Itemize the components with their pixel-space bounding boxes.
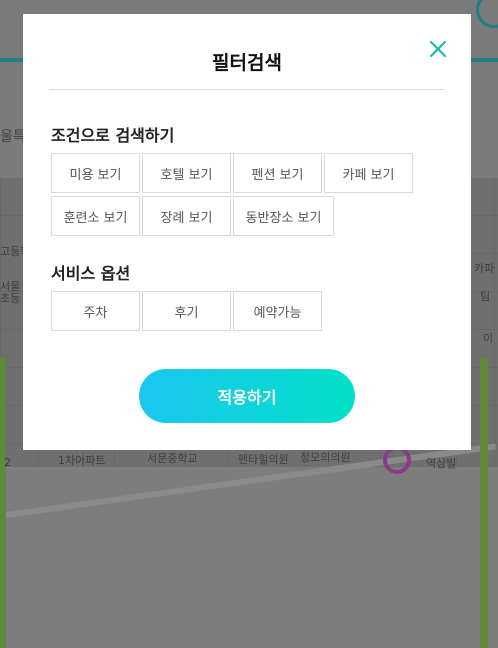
condition-row-2: 훈련소 보기 장례 보기 동반장소 보기 xyxy=(51,196,336,236)
modal-title: 필터검색 xyxy=(212,52,282,74)
close-icon xyxy=(429,40,447,58)
map-label: 펜타힐의원 xyxy=(238,453,289,466)
map-label: 역삼빌 xyxy=(426,457,457,470)
filter-chip-cafe[interactable]: 카페 보기 xyxy=(324,153,413,193)
title-divider xyxy=(49,89,445,90)
map-label: 1차아파트 xyxy=(58,454,106,467)
map-label: 카파 xyxy=(474,262,495,275)
filter-modal: 필터검색 조건으로 검색하기 미용 보기 호텔 보기 펜션 보기 카페 보기 훈… xyxy=(23,14,471,450)
condition-row-1: 미용 보기 호텔 보기 펜션 보기 카페 보기 xyxy=(51,153,415,193)
map-label: 이 xyxy=(483,332,494,345)
option-chip-reservation[interactable]: 예약가능 xyxy=(233,291,322,331)
page-heading: 울특 xyxy=(0,129,26,145)
condition-section-title: 조건으로 검색하기 xyxy=(51,126,175,145)
filter-chip-companion-place[interactable]: 동반장소 보기 xyxy=(233,196,334,236)
option-chip-review[interactable]: 후기 xyxy=(142,291,231,331)
filter-chip-training[interactable]: 훈련소 보기 xyxy=(51,196,140,236)
map-road xyxy=(0,358,6,648)
map-label: 정모의의원 xyxy=(300,451,351,464)
map-label: 팀 xyxy=(480,290,491,303)
map-label: 초등 xyxy=(0,292,21,305)
close-button[interactable] xyxy=(427,38,449,60)
service-options-row: 주차 후기 예약가능 xyxy=(51,291,324,331)
filter-chip-pension[interactable]: 펜션 보기 xyxy=(233,153,322,193)
apply-button[interactable]: 적용하기 xyxy=(139,369,355,423)
service-section-title: 서비스 옵션 xyxy=(51,264,131,283)
filter-chip-funeral[interactable]: 장례 보기 xyxy=(142,196,231,236)
map-label: 서문중학교 xyxy=(147,452,198,465)
map-label: 2 xyxy=(4,456,11,469)
map-marker-icon[interactable] xyxy=(383,446,411,474)
map-road xyxy=(480,358,488,648)
filter-chip-hotel[interactable]: 호텔 보기 xyxy=(142,153,231,193)
filter-chip-beauty[interactable]: 미용 보기 xyxy=(51,153,140,193)
option-chip-parking[interactable]: 주차 xyxy=(51,291,140,331)
